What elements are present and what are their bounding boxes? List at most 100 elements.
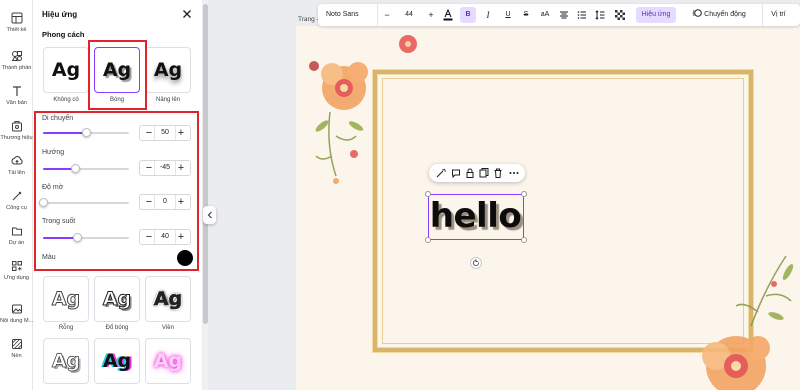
align-center-icon bbox=[560, 11, 568, 19]
style-echo-tile[interactable]: Ag bbox=[43, 338, 89, 384]
style-shadow-tile[interactable]: Ag bbox=[94, 47, 140, 93]
hello-text[interactable]: hello bbox=[429, 195, 522, 238]
rail-item-elements[interactable]: Thành phần bbox=[0, 50, 33, 71]
effects-button[interactable]: Hiệu ứng bbox=[636, 7, 676, 23]
elements-icon bbox=[11, 51, 22, 61]
list-button[interactable] bbox=[574, 4, 590, 26]
text-color-button[interactable] bbox=[440, 4, 456, 26]
comment-icon[interactable] bbox=[450, 167, 462, 179]
resize-handle[interactable] bbox=[425, 191, 431, 197]
font-family-select[interactable]: Noto Sans bbox=[322, 4, 378, 26]
style-sample: Ag bbox=[102, 350, 132, 372]
layout-icon bbox=[11, 12, 22, 24]
spacing-button[interactable] bbox=[592, 4, 608, 26]
rail-item-text[interactable]: Văn bản bbox=[0, 85, 33, 106]
style-lift-tile[interactable]: Ag bbox=[145, 47, 191, 93]
list-icon bbox=[577, 11, 586, 19]
more-icon[interactable] bbox=[508, 167, 520, 179]
align-button[interactable] bbox=[556, 4, 572, 26]
style-label: Bóng bbox=[109, 97, 124, 103]
transparency-icon bbox=[615, 10, 625, 20]
style-hollow-tile[interactable]: Ag bbox=[43, 276, 89, 322]
slider-knob[interactable] bbox=[38, 198, 48, 207]
offset-label: Di chuyển bbox=[42, 115, 74, 122]
spacing-icon bbox=[595, 10, 605, 20]
rail-item-label: Thiết kế bbox=[6, 27, 27, 33]
close-icon[interactable] bbox=[181, 8, 193, 20]
lock-icon[interactable] bbox=[464, 167, 476, 179]
style-sample: Ag bbox=[102, 288, 132, 311]
rail-item-upload[interactable]: Tải lên bbox=[0, 155, 33, 176]
rail-item-design[interactable]: Thiết kế bbox=[0, 12, 33, 33]
duplicate-icon[interactable] bbox=[478, 167, 490, 179]
rail-item-media[interactable]: Nội dung M... bbox=[0, 303, 33, 324]
style-label: Nâng lên bbox=[155, 97, 181, 103]
effects-panel: Hiệu ứng Phong cách Ag Không có Ag Bóng … bbox=[33, 0, 202, 390]
letter-case-button[interactable]: aA bbox=[536, 4, 554, 26]
trash-icon[interactable] bbox=[492, 167, 504, 179]
style-sample: Ag bbox=[51, 350, 81, 373]
style-neon-tile[interactable]: Ag bbox=[145, 338, 191, 384]
rail-item-background[interactable]: Nền bbox=[0, 338, 33, 359]
style-sample: Ag bbox=[153, 288, 183, 311]
italic-button[interactable]: I bbox=[480, 4, 496, 26]
bold-button[interactable]: B bbox=[460, 7, 476, 23]
increment-button[interactable]: + bbox=[174, 230, 188, 244]
font-size-increase-button[interactable]: + bbox=[424, 4, 438, 26]
page-label: Trang - bbox=[298, 16, 319, 23]
blur-value[interactable]: 0 bbox=[154, 195, 176, 209]
font-size-decrease-button[interactable]: − bbox=[380, 4, 394, 26]
offset-slider[interactable] bbox=[43, 128, 129, 137]
tools-icon bbox=[12, 191, 21, 201]
color-swatch[interactable] bbox=[177, 250, 193, 266]
slider-knob[interactable] bbox=[70, 164, 80, 173]
resize-handle[interactable] bbox=[425, 237, 431, 243]
increment-button[interactable]: + bbox=[174, 161, 188, 175]
rail-item-apps[interactable]: Ứng dụng bbox=[0, 260, 33, 281]
transparency-label: Trong suốt bbox=[42, 218, 76, 225]
scrollbar-thumb[interactable] bbox=[203, 4, 208, 324]
magic-edit-icon[interactable] bbox=[435, 167, 447, 179]
animate-button[interactable]: Chuyển động bbox=[680, 4, 758, 26]
flower-bottom-right bbox=[702, 255, 794, 390]
upload-icon bbox=[10, 156, 23, 165]
style-outline-tile[interactable]: Ag bbox=[145, 276, 191, 322]
blur-slider[interactable] bbox=[38, 198, 129, 207]
direction-slider[interactable] bbox=[43, 164, 129, 173]
font-size-input[interactable]: 44 bbox=[396, 4, 422, 26]
rail-item-projects[interactable]: Dự án bbox=[0, 225, 33, 246]
resize-handle[interactable] bbox=[521, 191, 527, 197]
blur-stepper: − 0 + bbox=[139, 194, 191, 210]
rotate-icon bbox=[472, 259, 479, 266]
panel-title: Hiệu ứng bbox=[42, 10, 78, 19]
increment-button[interactable]: + bbox=[174, 195, 188, 209]
offset-value[interactable]: 50 bbox=[154, 126, 176, 140]
slider-knob[interactable] bbox=[72, 233, 82, 242]
transparency-value[interactable]: 40 bbox=[154, 230, 176, 244]
increment-button[interactable]: + bbox=[174, 126, 188, 140]
text-icon bbox=[12, 86, 21, 96]
floral-decoration bbox=[309, 35, 794, 390]
rotate-handle[interactable] bbox=[470, 257, 482, 269]
style-label: Không có bbox=[53, 97, 79, 103]
position-button[interactable]: Vị trí bbox=[762, 4, 794, 26]
rail-item-brand[interactable]: Thương hiệu bbox=[0, 120, 33, 141]
transparency-slider[interactable] bbox=[43, 233, 129, 242]
style-none-tile[interactable]: Ag bbox=[43, 47, 89, 93]
slider-knob[interactable] bbox=[81, 128, 91, 137]
underline-button[interactable]: U bbox=[500, 4, 516, 26]
style-splice-tile[interactable]: Ag bbox=[94, 276, 140, 322]
direction-value[interactable]: -45 bbox=[154, 161, 176, 175]
text-color-icon bbox=[443, 8, 453, 21]
style-glitch-tile[interactable]: Ag bbox=[94, 338, 140, 384]
transparency-button[interactable] bbox=[612, 4, 628, 26]
resize-handle[interactable] bbox=[521, 237, 527, 243]
rail-item-tools[interactable]: Công cụ bbox=[0, 190, 33, 211]
rail-item-label: Tải lên bbox=[8, 170, 25, 176]
collapse-panel-button[interactable] bbox=[203, 206, 216, 224]
panel-scrollbar[interactable] bbox=[203, 0, 208, 390]
design-canvas[interactable] bbox=[296, 26, 800, 390]
strikethrough-button[interactable]: S bbox=[518, 4, 534, 26]
slider-fill bbox=[43, 132, 86, 134]
text-element[interactable]: hello bbox=[425, 191, 527, 243]
